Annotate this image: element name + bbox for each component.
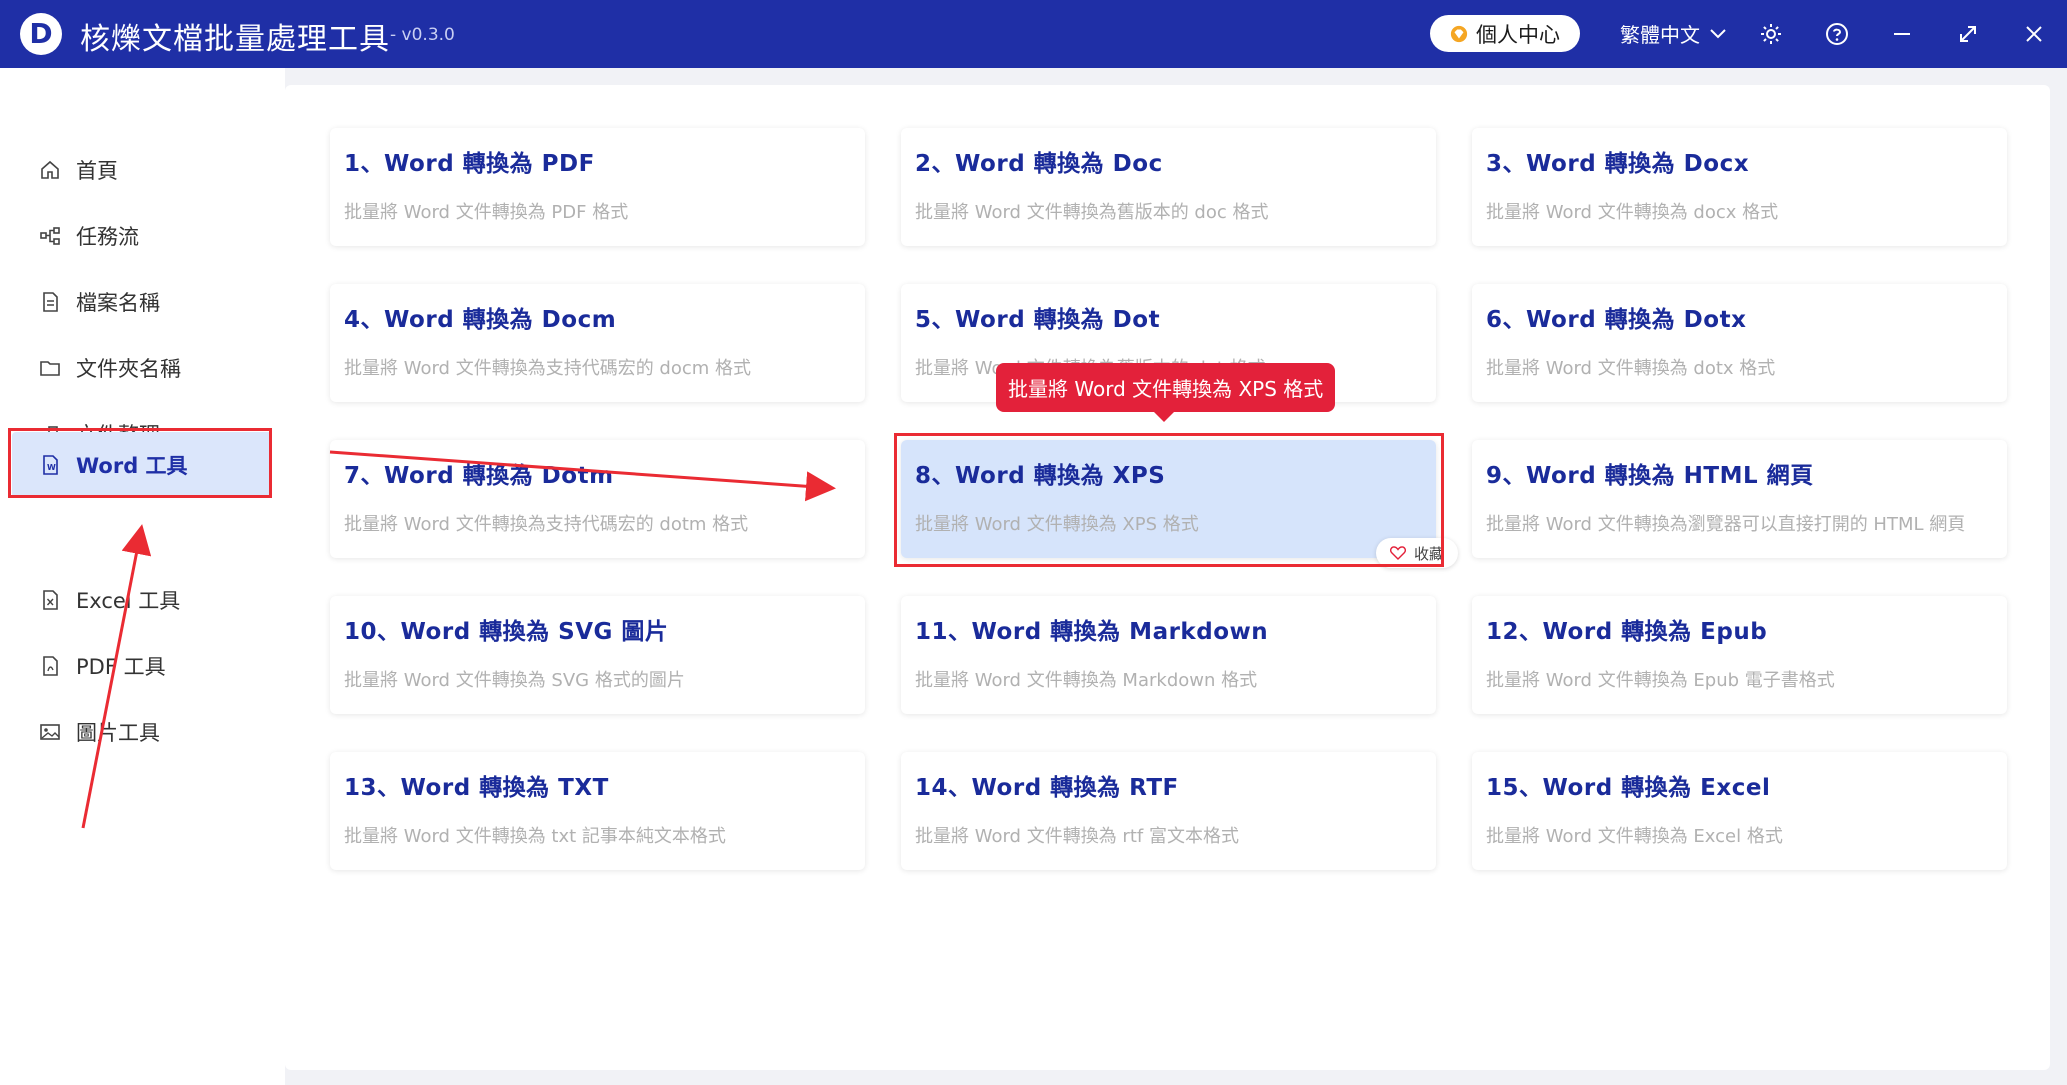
tool-card-word-to-svg[interactable]: 10、Word 轉換為 SVG 圖片 批量將 Word 文件轉換為 SVG 格式… bbox=[330, 596, 865, 714]
file-name-icon bbox=[38, 290, 62, 314]
card-description: 批量將 Word 文件轉換為 dotx 格式 bbox=[1486, 358, 1776, 379]
card-title: 5、Word 轉換為 Dot bbox=[915, 307, 1161, 333]
sidebar: 首頁 任務流 檔案名稱 文件夾名稱 文件整理 W Word 工具 Excel bbox=[0, 68, 285, 1085]
card-title: 7、Word 轉換為 Dotm bbox=[344, 463, 614, 489]
tool-card-word-to-txt[interactable]: 13、Word 轉換為 TXT 批量將 Word 文件轉換為 txt 記事本純文… bbox=[330, 752, 865, 870]
card-description: 批量將 Word 文件轉換為 Markdown 格式 bbox=[915, 670, 1258, 691]
profile-button[interactable]: 個人中心 bbox=[1430, 15, 1580, 52]
app-title: 核爍文檔批量處理工具 bbox=[80, 22, 390, 57]
card-title: 12、Word 轉換為 Epub bbox=[1486, 619, 1768, 645]
sidebar-item-label: Excel 工具 bbox=[76, 589, 181, 613]
card-title: 11、Word 轉換為 Markdown bbox=[915, 619, 1269, 645]
tool-card-word-to-excel[interactable]: 15、Word 轉換為 Excel 批量將 Word 文件轉換為 Excel 格… bbox=[1472, 752, 2007, 870]
sidebar-item-label: Word 工具 bbox=[76, 454, 188, 478]
sidebar-item-workflow[interactable]: 任務流 bbox=[0, 203, 285, 269]
card-description: 批量將 Word 文件轉換為 XPS 格式 bbox=[915, 514, 1199, 535]
chevron-down-icon bbox=[1710, 28, 1726, 38]
title-bar: D 核爍文檔批量處理工具 - v0.3.0 個人中心 繁體中文 bbox=[0, 0, 2067, 68]
home-icon bbox=[38, 158, 62, 182]
sidebar-item-folder-name[interactable]: 文件夾名稱 bbox=[0, 335, 285, 401]
language-label: 繁體中文 bbox=[1620, 23, 1700, 47]
card-description: 批量將 Word 文件轉換為 Epub 電子書格式 bbox=[1486, 670, 1835, 691]
card-title: 9、Word 轉換為 HTML 網頁 bbox=[1486, 463, 1814, 489]
card-title: 8、Word 轉換為 XPS bbox=[915, 463, 1166, 489]
sidebar-item-home[interactable]: 首頁 bbox=[0, 137, 285, 203]
app-logo: D bbox=[20, 13, 62, 55]
card-description: 批量將 Word 文件轉換為支持代碼宏的 docm 格式 bbox=[344, 358, 752, 379]
card-description: 批量將 Word 文件轉換為 PDF 格式 bbox=[344, 202, 629, 223]
image-icon bbox=[38, 720, 62, 744]
minimize-icon[interactable] bbox=[1885, 17, 1919, 51]
pdf-file-icon bbox=[38, 654, 62, 678]
card-description: 批量將 Word 文件轉換為 docx 格式 bbox=[1486, 202, 1779, 223]
favorite-button[interactable]: 收藏 bbox=[1375, 538, 1458, 568]
excel-file-icon bbox=[38, 588, 62, 612]
card-description: 批量將 Word 文件轉換為 SVG 格式的圖片 bbox=[344, 670, 685, 691]
word-file-icon: W bbox=[38, 453, 62, 477]
tool-card-word-to-html[interactable]: 9、Word 轉換為 HTML 網頁 批量將 Word 文件轉換為瀏覽器可以直接… bbox=[1472, 440, 2007, 558]
diamond-icon bbox=[1450, 25, 1468, 42]
tool-card-word-to-doc[interactable]: 2、Word 轉換為 Doc 批量將 Word 文件轉換為舊版本的 doc 格式 bbox=[901, 128, 1436, 246]
card-title: 3、Word 轉換為 Docx bbox=[1486, 151, 1750, 177]
folder-icon bbox=[38, 356, 62, 380]
sidebar-item-excel-tools[interactable]: Excel 工具 bbox=[0, 567, 285, 633]
card-title: 14、Word 轉換為 RTF bbox=[915, 775, 1179, 801]
sidebar-item-label: 任務流 bbox=[76, 225, 139, 249]
sidebar-item-file-name[interactable]: 檔案名稱 bbox=[0, 269, 285, 335]
maximize-icon[interactable] bbox=[1951, 17, 1985, 51]
workflow-icon bbox=[38, 224, 62, 248]
card-title: 6、Word 轉換為 Dotx bbox=[1486, 307, 1747, 333]
card-title: 15、Word 轉換為 Excel bbox=[1486, 775, 1771, 801]
card-description: 批量將 Word 文件轉換為 txt 記事本純文本格式 bbox=[344, 826, 726, 847]
help-icon[interactable] bbox=[1820, 17, 1854, 51]
heart-icon bbox=[1389, 546, 1406, 560]
sidebar-item-word-tools[interactable]: W Word 工具 bbox=[12, 432, 272, 498]
sidebar-item-label: 圖片工具 bbox=[76, 721, 160, 745]
card-title: 2、Word 轉換為 Doc bbox=[915, 151, 1163, 177]
tool-card-word-to-pdf[interactable]: 1、Word 轉換為 PDF 批量將 Word 文件轉換為 PDF 格式 bbox=[330, 128, 865, 246]
settings-icon[interactable] bbox=[1754, 17, 1788, 51]
tool-card-word-to-xps[interactable]: 8、Word 轉換為 XPS 批量將 Word 文件轉換為 XPS 格式 收藏 bbox=[901, 440, 1458, 568]
tool-card-word-to-docx[interactable]: 3、Word 轉換為 Docx 批量將 Word 文件轉換為 docx 格式 bbox=[1472, 128, 2007, 246]
sidebar-item-pdf-tools[interactable]: PDF 工具 bbox=[0, 633, 285, 699]
svg-text:W: W bbox=[47, 463, 56, 472]
sidebar-item-image-tools[interactable]: 圖片工具 bbox=[0, 699, 285, 765]
app-version: - v0.3.0 bbox=[390, 25, 455, 45]
favorite-label: 收藏 bbox=[1413, 544, 1444, 563]
card-description: 批量將 Word 文件轉換為舊版本的 doc 格式 bbox=[915, 202, 1269, 223]
tool-card-word-to-dotm[interactable]: 7、Word 轉換為 Dotm 批量將 Word 文件轉換為支持代碼宏的 dot… bbox=[330, 440, 865, 558]
card-title: 4、Word 轉換為 Docm bbox=[344, 307, 617, 333]
tool-card-word-to-rtf[interactable]: 14、Word 轉換為 RTF 批量將 Word 文件轉換為 rtf 富文本格式 bbox=[901, 752, 1436, 870]
card-title: 1、Word 轉換為 PDF bbox=[344, 151, 595, 177]
tooltip: 批量將 Word 文件轉換為 XPS 格式 bbox=[996, 363, 1336, 422]
tool-card-word-to-docm[interactable]: 4、Word 轉換為 Docm 批量將 Word 文件轉換為支持代碼宏的 doc… bbox=[330, 284, 865, 402]
sidebar-item-label: 文件夾名稱 bbox=[76, 357, 181, 381]
card-description: 批量將 Word 文件轉換為瀏覽器可以直接打開的 HTML 網頁 bbox=[1486, 514, 1966, 535]
tool-card-word-to-markdown[interactable]: 11、Word 轉換為 Markdown 批量將 Word 文件轉換為 Mark… bbox=[901, 596, 1436, 714]
card-description: 批量將 Word 文件轉換為支持代碼宏的 dotm 格式 bbox=[344, 514, 749, 535]
sidebar-item-label: PDF 工具 bbox=[76, 655, 166, 679]
tool-card-word-to-dotx[interactable]: 6、Word 轉換為 Dotx 批量將 Word 文件轉換為 dotx 格式 bbox=[1472, 284, 2007, 402]
card-description: 批量將 Word 文件轉換為 rtf 富文本格式 bbox=[915, 826, 1239, 847]
card-title: 13、Word 轉換為 TXT bbox=[344, 775, 609, 801]
profile-label: 個人中心 bbox=[1476, 22, 1560, 47]
card-title: 10、Word 轉換為 SVG 圖片 bbox=[344, 619, 669, 645]
sidebar-item-label: 首頁 bbox=[76, 159, 118, 183]
card-description: 批量將 Word 文件轉換為 Excel 格式 bbox=[1486, 826, 1783, 847]
tool-card-word-to-epub[interactable]: 12、Word 轉換為 Epub 批量將 Word 文件轉換為 Epub 電子書… bbox=[1472, 596, 2007, 714]
sidebar-item-label: 檔案名稱 bbox=[76, 291, 160, 315]
language-select[interactable]: 繁體中文 bbox=[1620, 19, 1726, 48]
close-icon[interactable] bbox=[2017, 17, 2051, 51]
